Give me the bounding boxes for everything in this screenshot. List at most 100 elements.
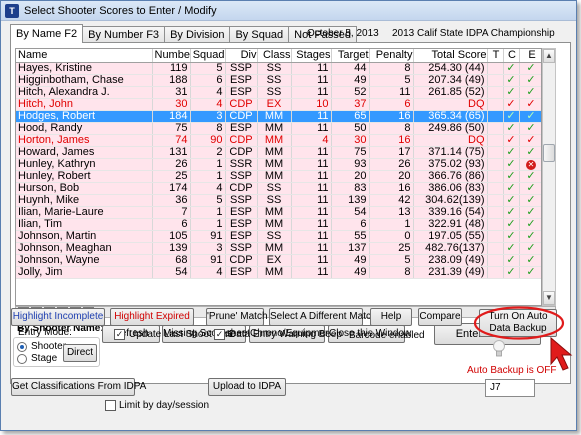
table-row[interactable]: Hunley, Robert 25 1 SSP MM 11 20 20 366.76 (86) ✓…: [16, 170, 541, 183]
j-field-input[interactable]: J7: [485, 379, 535, 397]
shooter-table[interactable]: Name Number Squad Div Class Stages Target Penal…: [15, 48, 542, 306]
cell-number: 184: [152, 110, 191, 123]
cell-t: [487, 266, 504, 279]
column-header-penalty[interactable]: Penalty: [369, 49, 414, 63]
upload-idpa-button[interactable]: Upload to IDPA: [208, 378, 286, 396]
table-row[interactable]: Horton, James 74 90 CDP MM 4 30 16 DQ ✓ ✓: [16, 134, 541, 147]
cell-number: 75: [152, 122, 191, 135]
cell-class: EX: [257, 98, 292, 111]
highlight-incomplete-button[interactable]: Highlight Incomplete: [11, 308, 105, 326]
cell-t: [487, 110, 504, 123]
cell-penalty: 11: [369, 86, 414, 99]
column-header-e[interactable]: E: [519, 49, 541, 63]
cell-t: [487, 86, 504, 99]
cell-target: 49: [331, 254, 370, 267]
cell-squad: 4: [190, 182, 226, 195]
cell-penalty: 8: [369, 62, 414, 75]
warning-beep-checkbox[interactable]: ✓: [214, 329, 225, 340]
check-icon: ✓: [503, 194, 520, 207]
table-row[interactable]: Johnson, Meaghan 139 3 SSP MM 11 137 25 482.76(1…: [16, 242, 541, 255]
table-row[interactable]: Hitch, Alexandra J. 31 4 ESP SS 11 52 11 261.85 …: [16, 86, 541, 99]
check-icon: ✓: [519, 86, 541, 99]
table-row[interactable]: Hitch, John 30 4 CDP EX 10 37 6 DQ ✓ ✓: [16, 98, 541, 111]
prune-match-button[interactable]: 'Prune' Match: [206, 308, 268, 326]
cell-score: 254.30 (44): [413, 62, 488, 75]
table-row[interactable]: Higginbotham, Chase 188 6 ESP SS 11 49 5 207.34 …: [16, 74, 541, 87]
tab-by-number-f3[interactable]: By Number F3: [82, 26, 166, 43]
cell-div: SSP: [225, 242, 258, 255]
stage-radio[interactable]: [17, 354, 27, 364]
direct-button[interactable]: Direct: [63, 344, 97, 362]
table-row[interactable]: Hayes, Kristine 119 5 SSP SS 11 44 8 254.30 (44)…: [16, 62, 541, 75]
table-row[interactable]: Hood, Randy 75 8 ESP MM 11 50 8 249.86 (50) ✓ ✓: [16, 122, 541, 135]
compare-button[interactable]: Compare: [418, 308, 462, 326]
cell-t: [487, 206, 504, 219]
shooter-radio[interactable]: [17, 342, 27, 352]
check-icon: ✓: [519, 62, 541, 75]
column-header-stages[interactable]: Stages: [291, 49, 332, 63]
column-header-c[interactable]: C: [503, 49, 520, 63]
help-button[interactable]: Help: [370, 308, 412, 326]
cell-number: 188: [152, 74, 191, 87]
cell-div: CDP: [225, 134, 258, 147]
cell-div: CDP: [225, 182, 258, 195]
table-row[interactable]: Howard, James 131 2 CDP MM 11 75 17 371.14 (75) ✓…: [16, 146, 541, 159]
table-body: Hayes, Kristine 119 5 SSP SS 11 44 8 254.30 (44)…: [16, 62, 541, 279]
column-header-total-score[interactable]: Total Score: [413, 49, 488, 63]
cell-t: [487, 254, 504, 267]
vertical-scrollbar[interactable]: ▲ ▼: [542, 48, 556, 306]
tab-by-name-f2[interactable]: By Name F2: [10, 24, 84, 43]
cell-div: ESP: [225, 122, 258, 135]
limit-day-checkbox[interactable]: [105, 400, 116, 411]
scroll-thumb[interactable]: [543, 144, 555, 162]
check-icon: ✓: [519, 266, 541, 279]
cell-t: [487, 182, 504, 195]
table-header: Name Number Squad Div Class Stages Target Penal…: [16, 49, 541, 63]
table-row[interactable]: Hodges, Robert 184 3 CDP MM 11 65 16 365.34 (65)…: [16, 110, 541, 123]
title-bar: T Select Shooter Scores to Enter / Modif…: [1, 1, 576, 21]
cell-number: 119: [152, 62, 191, 75]
cell-class: MM: [257, 170, 292, 183]
table-row[interactable]: Hurson, Bob 174 4 CDP SS 11 83 16 386.06 (83) ✓ ✓: [16, 182, 541, 195]
cell-name: Huynh, Mike: [16, 194, 153, 207]
cell-class: MM: [257, 158, 292, 171]
update-last-shoot-checkbox[interactable]: ✓: [114, 329, 125, 340]
cell-number: 30: [152, 98, 191, 111]
table-row[interactable]: Ilian, Tim 6 1 ESP MM 11 6 1 322.91 (48) ✓ ✓: [16, 218, 541, 231]
tab-by-division[interactable]: By Division: [164, 26, 231, 43]
cell-squad: 6: [190, 74, 226, 87]
highlight-expired-button[interactable]: Highlight Expired: [110, 308, 194, 326]
cell-number: 31: [152, 86, 191, 99]
column-header-class[interactable]: Class: [257, 49, 292, 63]
check-icon: ✓: [519, 254, 541, 267]
table-row[interactable]: Johnson, Wayne 68 91 CDP EX 11 49 5 238.09 (49) ✓…: [16, 254, 541, 267]
column-header-target[interactable]: Target: [331, 49, 370, 63]
tab-by-squad[interactable]: By Squad: [229, 26, 290, 43]
cell-stages: 11: [291, 218, 332, 231]
cell-target: 55: [331, 230, 370, 243]
column-header-div[interactable]: Div: [225, 49, 258, 63]
cell-t: [487, 194, 504, 207]
check-icon: ✓: [503, 182, 520, 195]
table-row[interactable]: Huynh, Mike 36 5 SSP SS 11 139 42 304.62(139) ✓ ✓: [16, 194, 541, 207]
table-row[interactable]: Hunley, Kathryn 26 1 SSR MM 11 93 26 375.02 (93)…: [16, 158, 541, 171]
cell-t: [487, 134, 504, 147]
table-row[interactable]: Jolly, Jim 54 4 ESP MM 11 49 8 231.39 (49) ✓ ✓: [16, 266, 541, 279]
cell-name: Higginbotham, Chase: [16, 74, 153, 87]
cell-squad: 4: [190, 98, 226, 111]
column-header-number[interactable]: Number: [152, 49, 191, 63]
get-classifications-button[interactable]: Get Classifications From IDPA: [11, 378, 146, 396]
column-header-squad[interactable]: Squad: [190, 49, 226, 63]
table-row[interactable]: Ilian, Marie-Laure 7 1 ESP MM 11 54 13 339.16 (5…: [16, 206, 541, 219]
column-header-name[interactable]: Name: [16, 49, 153, 63]
cell-squad: 3: [190, 242, 226, 255]
check-icon: ✓: [519, 110, 541, 123]
column-header-t[interactable]: T: [487, 49, 504, 63]
main-window: T Select Shooter Scores to Enter / Modif…: [0, 0, 577, 431]
select-match-button[interactable]: Select A Different Match: [269, 308, 377, 326]
table-row[interactable]: Johnson, Martin 105 91 ESP SS 11 55 0 197.05 (55…: [16, 230, 541, 243]
cell-target: 20: [331, 170, 370, 183]
scroll-up-icon[interactable]: ▲: [543, 49, 555, 63]
cell-div: ESP: [225, 74, 258, 87]
cell-class: SS: [257, 62, 292, 75]
